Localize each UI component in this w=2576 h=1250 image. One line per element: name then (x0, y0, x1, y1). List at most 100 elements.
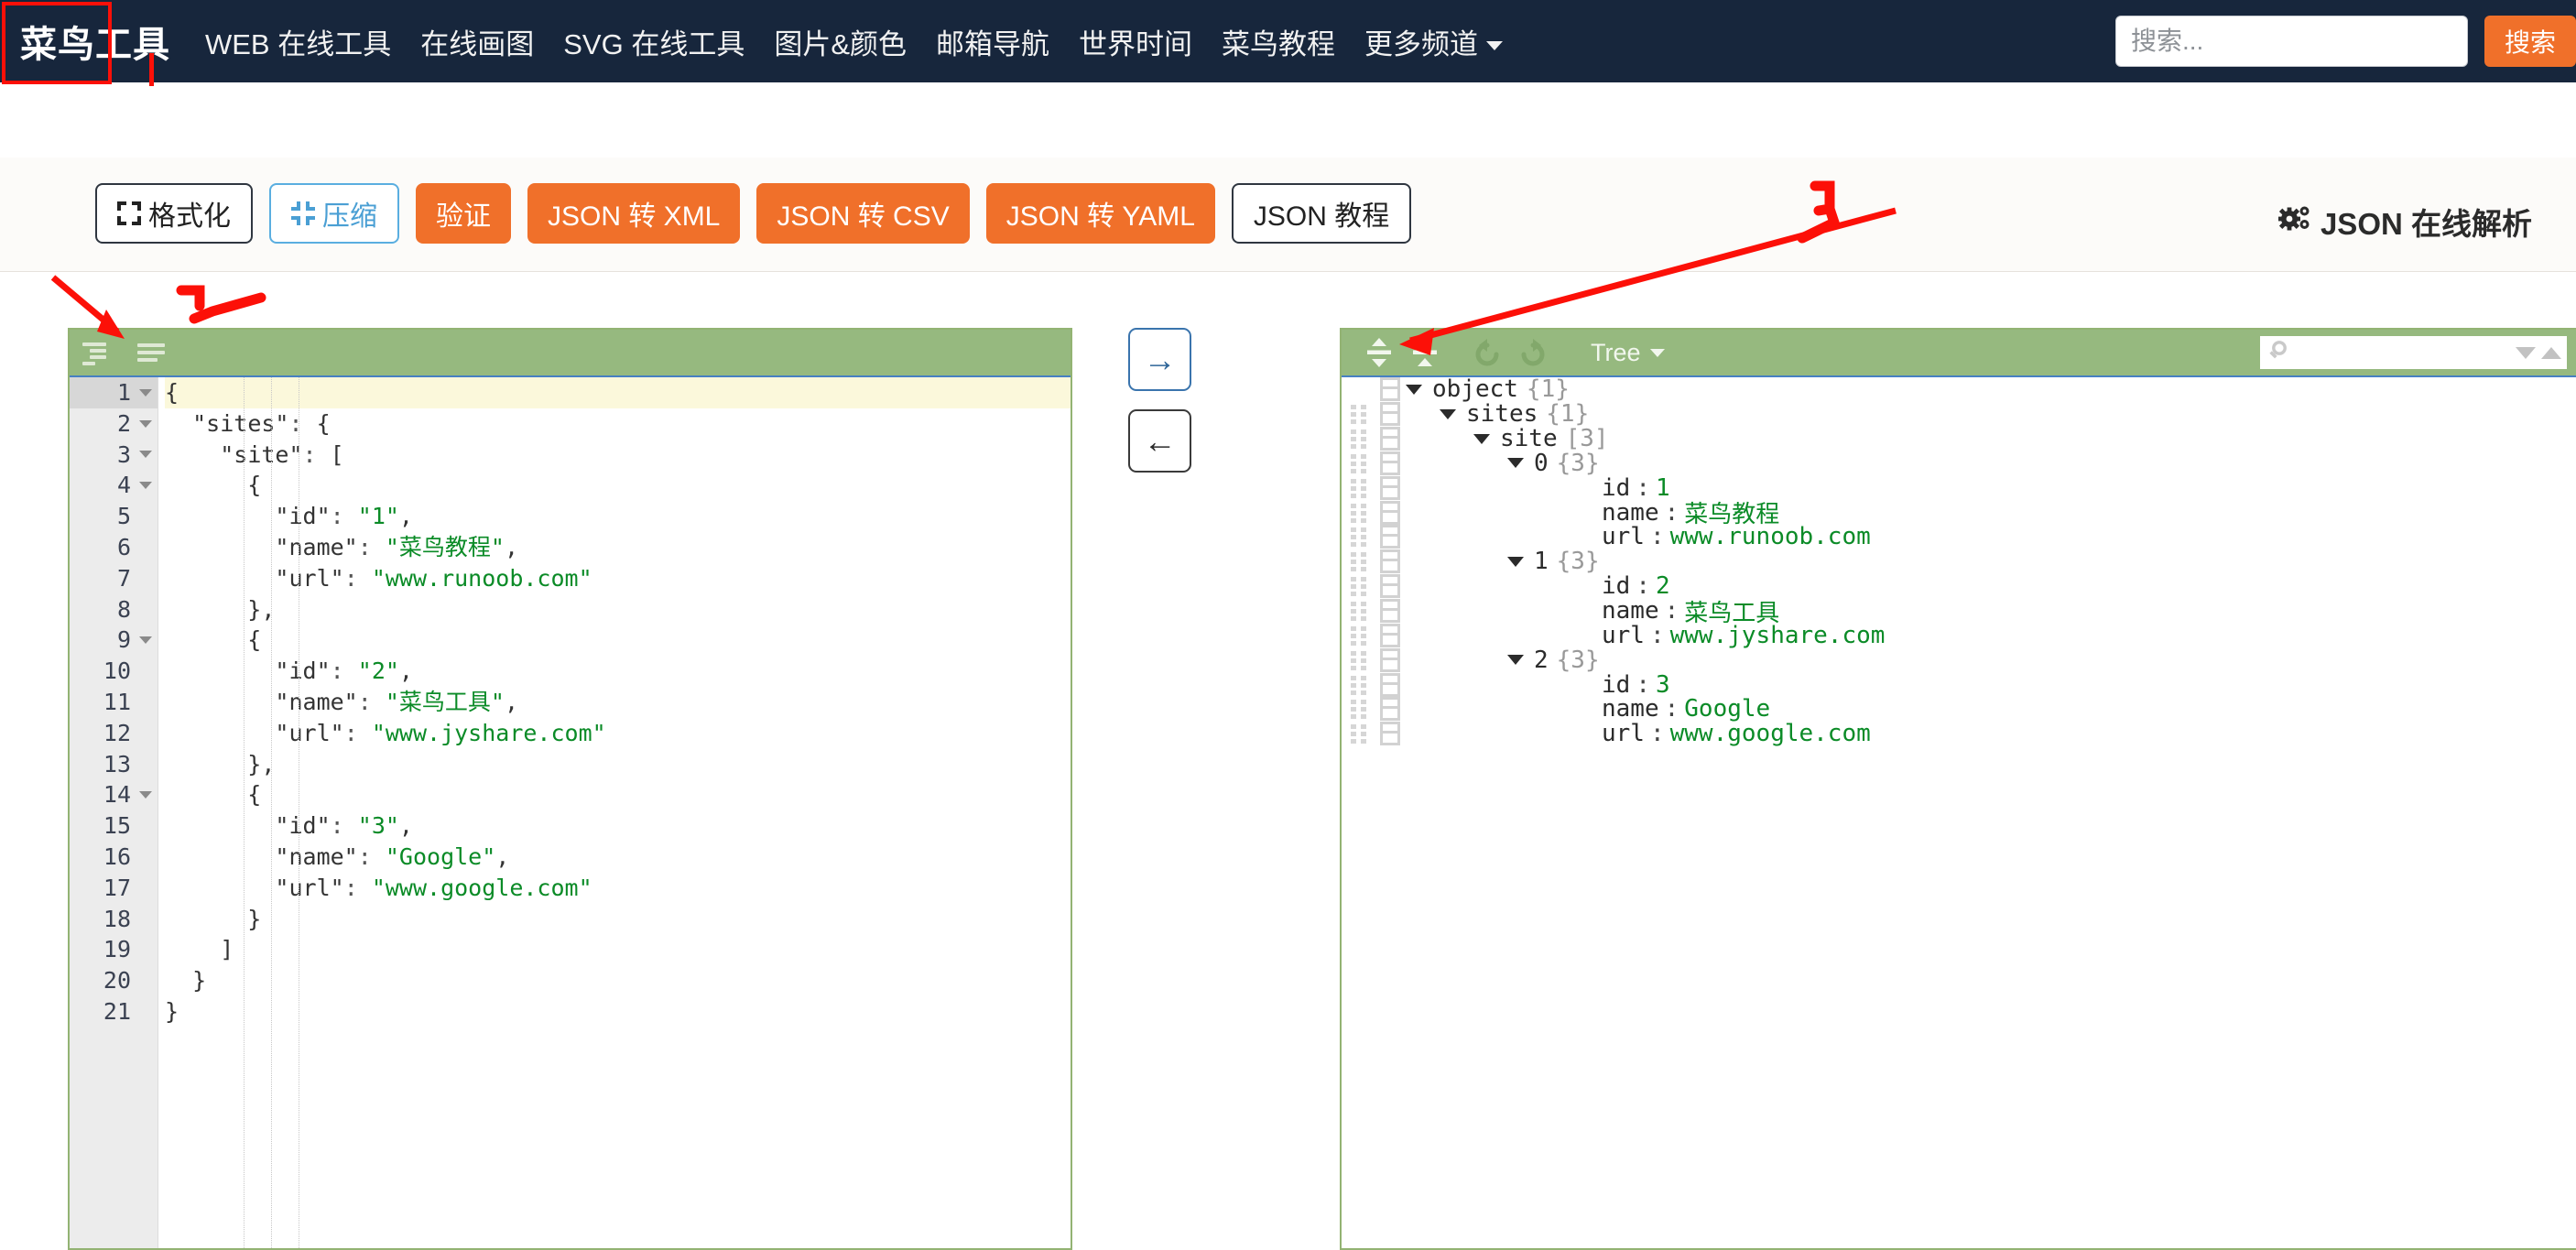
tree-field-name[interactable]: url (1602, 523, 1645, 550)
transfer-right-button[interactable]: → (1128, 328, 1191, 391)
gutter-line-number[interactable]: 3 (70, 440, 158, 471)
drag-handle-icon[interactable] (1351, 453, 1373, 473)
code-line[interactable]: "id": "1", (165, 501, 1071, 532)
gutter-line-number[interactable]: 9 (70, 625, 158, 656)
nav-link-more-channels[interactable]: 更多频道 (1350, 21, 1517, 62)
tree-row[interactable]: name: 菜鸟教程 (1342, 499, 2576, 528)
gutter-line-number[interactable]: 10 (70, 656, 158, 687)
drag-handle-icon[interactable] (1351, 602, 1373, 622)
format-button[interactable]: 格式化 (95, 183, 253, 244)
search-input[interactable] (2114, 16, 2468, 67)
code-line[interactable]: "sites": { (165, 408, 1071, 440)
gutter-line-number[interactable]: 17 (70, 873, 158, 904)
tree-field-name[interactable]: 1 (1534, 548, 1549, 575)
tree-field-name[interactable]: 2 (1534, 647, 1549, 674)
tree-field-name[interactable]: url (1602, 720, 1645, 747)
gutter-line-number[interactable]: 6 (70, 532, 158, 563)
context-menu-icon[interactable] (1380, 500, 1400, 525)
tree-field-value[interactable]: www.runoob.com (1670, 523, 1871, 550)
tree-field-value[interactable]: www.jyshare.com (1670, 622, 1886, 649)
code-line[interactable]: "id": "3", (165, 810, 1071, 842)
gutter-line-number[interactable]: 2 (70, 408, 158, 440)
context-menu-icon[interactable] (1380, 451, 1400, 475)
site-logo[interactable]: 菜鸟工具 (0, 15, 190, 68)
prev-result-icon[interactable] (2541, 346, 2561, 359)
tree-field-value[interactable]: Google (1684, 695, 1770, 723)
code-line[interactable]: "name": "Google", (165, 842, 1071, 873)
tree-collapse-caret-icon[interactable] (1507, 458, 1524, 469)
tree-collapse-caret-icon[interactable] (1473, 433, 1490, 444)
context-menu-icon[interactable] (1380, 599, 1400, 624)
drag-handle-icon[interactable] (1351, 552, 1373, 572)
undo-icon[interactable] (1466, 334, 1508, 371)
code-line[interactable]: { (165, 377, 1071, 408)
code-line[interactable]: { (165, 625, 1071, 656)
drag-handle-icon[interactable] (1351, 503, 1373, 523)
drag-handle-icon[interactable] (1351, 700, 1373, 720)
tree-row[interactable]: name: 菜鸟工具 (1342, 597, 2576, 627)
code-line[interactable]: "site": [ (165, 440, 1071, 471)
tree-collapse-caret-icon[interactable] (1440, 408, 1456, 419)
gutter-line-number[interactable]: 19 (70, 934, 158, 965)
context-menu-icon[interactable] (1380, 647, 1400, 672)
context-menu-icon[interactable] (1380, 377, 1400, 402)
context-menu-icon[interactable] (1380, 623, 1400, 647)
gutter-line-number[interactable]: 16 (70, 842, 158, 873)
format-lines-icon[interactable] (82, 341, 114, 365)
code-line[interactable]: } (165, 996, 1071, 1027)
tree-row[interactable]: site [3] (1342, 425, 2576, 452)
tree-field-name[interactable]: url (1602, 622, 1645, 649)
code-line[interactable]: { (165, 779, 1071, 810)
drag-handle-icon[interactable] (1351, 527, 1373, 548)
json-tutorial-button[interactable]: JSON 教程 (1231, 183, 1412, 244)
json-tree-view[interactable]: object {1} sites {1} site [3] 0 {3} id:1 name: 菜鸟教… (1342, 377, 2576, 1248)
gutter-line-number[interactable]: 11 (70, 687, 158, 718)
json-to-csv-button[interactable]: JSON 转 CSV (756, 183, 970, 244)
tree-row[interactable]: url: www.google.com (1342, 720, 2576, 747)
drag-handle-icon[interactable] (1351, 724, 1373, 745)
collapse-all-icon[interactable] (1404, 334, 1446, 371)
context-menu-icon[interactable] (1380, 475, 1400, 500)
tree-row[interactable]: id:2 (1342, 572, 2576, 600)
gutter-line-number[interactable]: 18 (70, 904, 158, 935)
redo-icon[interactable] (1512, 334, 1554, 371)
tree-row[interactable]: name: Google (1342, 695, 2576, 723)
context-menu-icon[interactable] (1380, 525, 1400, 549)
tree-field-value[interactable]: 2 (1656, 572, 1670, 600)
code-line[interactable]: }, (165, 749, 1071, 780)
tree-field-value[interactable]: 1 (1656, 474, 1670, 502)
tree-row[interactable]: url: www.jyshare.com (1342, 622, 2576, 649)
tree-collapse-caret-icon[interactable] (1406, 384, 1422, 395)
code-line[interactable]: } (165, 904, 1071, 935)
tree-collapse-caret-icon[interactable] (1507, 556, 1524, 567)
gutter-line-number[interactable]: 7 (70, 563, 158, 594)
tree-field-name[interactable]: name (1602, 499, 1659, 527)
drag-handle-icon[interactable] (1351, 577, 1373, 597)
search-button[interactable]: 搜索 (2484, 16, 2576, 67)
drag-handle-icon[interactable] (1351, 625, 1373, 646)
tree-collapse-caret-icon[interactable] (1507, 655, 1524, 666)
gutter-line-number[interactable]: 13 (70, 749, 158, 780)
json-to-xml-button[interactable]: JSON 转 XML (527, 183, 741, 244)
nav-link-image-color[interactable]: 图片&颜色 (759, 21, 921, 62)
tree-row[interactable]: id:3 (1342, 671, 2576, 699)
tree-mode-dropdown[interactable]: Tree (1591, 339, 1665, 367)
gutter-line-number[interactable]: 8 (70, 594, 158, 625)
code-line[interactable]: "name": "菜鸟工具", (165, 687, 1071, 718)
tree-field-name[interactable]: 0 (1534, 450, 1549, 477)
tree-field-value[interactable]: www.google.com (1670, 720, 1871, 747)
code-line[interactable]: "name": "菜鸟教程", (165, 532, 1071, 563)
json-to-yaml-button[interactable]: JSON 转 YAML (985, 183, 1215, 244)
code-line[interactable]: }, (165, 594, 1071, 625)
editor-code-lines[interactable]: { "sites": { "site": [ { "id": "1", "nam… (159, 377, 1071, 1248)
drag-handle-icon[interactable] (1351, 429, 1373, 450)
code-line[interactable]: "url": "www.runoob.com" (165, 563, 1071, 594)
tree-field-name[interactable]: name (1602, 597, 1659, 625)
context-menu-icon[interactable] (1380, 574, 1400, 599)
gutter-line-number[interactable]: 1 (70, 377, 158, 408)
tree-search-input[interactable] (2295, 340, 2510, 365)
tree-field-name[interactable]: sites (1466, 400, 1538, 428)
expand-all-icon[interactable] (1358, 334, 1400, 371)
code-line[interactable]: "id": "2", (165, 656, 1071, 687)
tree-field-name[interactable]: id (1602, 572, 1630, 600)
